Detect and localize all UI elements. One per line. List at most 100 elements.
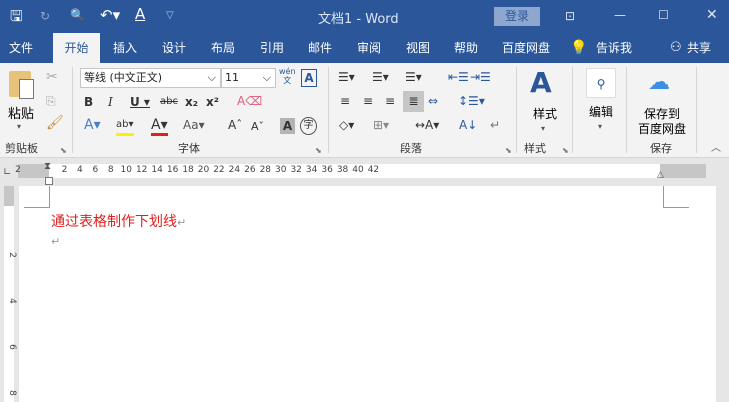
character-shading-icon[interactable]: A — [280, 118, 295, 134]
styles-dropdown-icon[interactable]: ▾ — [541, 121, 545, 137]
format-painter-icon[interactable]: 🖌 — [46, 115, 64, 131]
close-button[interactable]: ✕ — [706, 7, 718, 23]
tab-file[interactable]: 文件 — [4, 33, 38, 63]
ruler-tick: 30 — [275, 165, 287, 175]
line-spacing-icon[interactable]: ↕☰▾ — [458, 93, 485, 109]
tab-baidu-pan[interactable]: 百度网盘 — [498, 33, 554, 63]
font-launcher-icon[interactable]: ⬊ — [315, 143, 322, 159]
copy-icon[interactable]: ⎘ — [46, 93, 56, 109]
customize-toolbar-icon[interactable]: ▽ — [166, 8, 174, 24]
multilevel-list-icon[interactable]: ☰▾ — [405, 69, 422, 85]
increase-indent-icon[interactable]: ⇥☰ — [470, 69, 491, 85]
superscript-icon[interactable]: x² — [206, 94, 219, 110]
font-color-icon[interactable]: A▾ — [151, 117, 168, 136]
align-left-icon[interactable]: ≡ — [340, 93, 350, 109]
margin-corner-left — [24, 186, 50, 208]
collapse-ribbon-icon[interactable]: ︿ — [711, 141, 721, 157]
tab-review[interactable]: 审阅 — [352, 33, 386, 63]
font-color-quick-icon[interactable]: A — [135, 6, 145, 22]
print-preview-icon[interactable]: 🔍 — [70, 7, 85, 23]
shading-icon[interactable]: ◇▾ — [339, 117, 354, 133]
tell-me-input[interactable]: 告诉我 — [594, 33, 634, 63]
tab-references[interactable]: 引用 — [255, 33, 289, 63]
font-name-select[interactable]: 等线 (中文正文) ⌵ — [80, 68, 221, 88]
ruler-tick: 14 — [151, 165, 163, 175]
paragraph-launcher-icon[interactable]: ⬊ — [505, 143, 512, 159]
justify-icon[interactable]: ≣ — [403, 91, 424, 112]
window-title: 文档1 - Word — [318, 12, 399, 27]
enclose-characters-icon[interactable]: 字 — [300, 117, 317, 135]
search-icon[interactable]: ⚲ — [586, 68, 616, 98]
tab-insert[interactable]: 插入 — [108, 33, 142, 63]
ruler-tick: 36 — [321, 165, 333, 175]
document-page[interactable]: 通过表格制作下划线↵ ↵ — [19, 186, 716, 402]
underline-icon[interactable]: U ▾ — [130, 94, 150, 110]
character-border-icon[interactable]: A — [301, 69, 317, 87]
change-case-icon[interactable]: Aa▾ — [183, 117, 205, 133]
clipboard-launcher-icon[interactable]: ⬊ — [60, 143, 67, 159]
minimize-button[interactable]: — — [614, 7, 626, 23]
tab-layout[interactable]: 布局 — [206, 33, 240, 63]
baidu-pan-icon[interactable]: ☁ — [648, 71, 670, 95]
tab-selector-icon[interactable]: ∟ — [3, 165, 11, 181]
italic-icon[interactable]: I — [108, 94, 113, 110]
tab-view[interactable]: 视图 — [401, 33, 435, 63]
save-to-label-line2[interactable]: 百度网盘 — [638, 120, 686, 137]
bold-icon[interactable]: B — [84, 94, 93, 110]
strikethrough-icon[interactable]: abc — [160, 94, 178, 110]
decrease-indent-icon[interactable]: ⇤☰ — [448, 69, 469, 85]
distributed-icon[interactable]: ⇔ — [428, 93, 438, 109]
autosave-icon[interactable]: ↻ — [40, 8, 50, 24]
cut-icon[interactable]: ✂ — [46, 69, 58, 85]
tab-design[interactable]: 设计 — [157, 33, 191, 63]
ribbon-display-icon[interactable]: ⊡ — [565, 8, 575, 24]
paragraph-mark[interactable]: ↵ — [51, 235, 60, 248]
font-size-select[interactable]: 11 ⌵ — [221, 68, 276, 88]
highlight-icon[interactable]: ab▾ — [116, 117, 134, 136]
document-line-1[interactable]: 通过表格制作下划线↵ — [51, 211, 186, 231]
left-indent-marker[interactable] — [45, 177, 53, 185]
subscript-icon[interactable]: x₂ — [185, 94, 198, 110]
bullets-icon[interactable]: ☰▾ — [338, 69, 355, 85]
horizontal-ruler[interactable]: ∟ 2 2 4 6 8 10 12 14 16 18 20 22 24 26 28 30 32 34 36 38 40 4… — [0, 159, 729, 185]
chinese-layout-icon[interactable]: ↔A▾ — [415, 117, 439, 133]
styles-launcher-icon[interactable]: ⬊ — [562, 143, 569, 159]
editing-button[interactable]: 编辑 — [589, 103, 613, 120]
group-label-styles: 样式 — [524, 142, 546, 155]
vertical-ruler[interactable]: 2 4 6 8 — [0, 186, 18, 402]
shrink-font-icon[interactable]: Aˇ — [251, 119, 264, 135]
ruler-tick: 10 — [120, 165, 132, 175]
borders-icon[interactable]: ⊞▾ — [373, 117, 389, 133]
align-right-icon[interactable]: ≡ — [385, 93, 395, 109]
align-center-icon[interactable]: ≡ — [363, 93, 373, 109]
numbering-icon[interactable]: ☰▾ — [372, 69, 389, 85]
text-effects-icon[interactable]: A▾ — [84, 117, 101, 133]
phonetic-guide-icon[interactable]: wén 文 — [279, 67, 296, 85]
save-icon[interactable]: 🖫 — [10, 8, 23, 24]
show-marks-icon[interactable]: ↵ — [490, 117, 500, 133]
undo-icon[interactable]: ↶▾ — [100, 7, 120, 23]
editing-dropdown-icon[interactable]: ▾ — [598, 119, 602, 135]
login-button[interactable]: 登录 — [494, 7, 540, 26]
first-line-indent-marker[interactable]: ⧗ — [44, 159, 51, 175]
share-button[interactable]: 共享 — [684, 33, 714, 63]
ruler-tick: 34 — [305, 165, 318, 175]
tab-mailings[interactable]: 邮件 — [303, 33, 337, 63]
ribbon: 粘贴 ▾ ✂ ⎘ 🖌 剪贴板 ⬊ 等线 (中文正文) ⌵ 11 ⌵ wén 文 A … — [0, 63, 729, 158]
styles-button[interactable]: 样式 — [533, 105, 557, 122]
paste-dropdown-icon[interactable]: ▾ — [17, 119, 21, 135]
tab-home[interactable]: 开始 — [53, 33, 100, 63]
grow-font-icon[interactable]: Aˆ — [228, 117, 242, 133]
tab-help[interactable]: 帮助 — [449, 33, 483, 63]
clear-formatting-icon[interactable]: A⌫ — [237, 93, 262, 109]
ruler-tick: 22 — [213, 165, 225, 175]
right-indent-marker[interactable]: △ — [657, 167, 664, 183]
sort-icon[interactable]: A↓ — [459, 117, 477, 133]
ruler-tick: 40 — [352, 165, 364, 175]
chevron-down-icon: ⌵ — [262, 71, 271, 84]
styles-icon[interactable]: A — [530, 67, 552, 99]
lightbulb-icon: 💡 — [570, 40, 588, 56]
maximize-button[interactable]: ☐ — [658, 7, 669, 23]
ruler-tick: 28 — [259, 165, 272, 175]
vruler-tick: 2 — [6, 252, 17, 258]
